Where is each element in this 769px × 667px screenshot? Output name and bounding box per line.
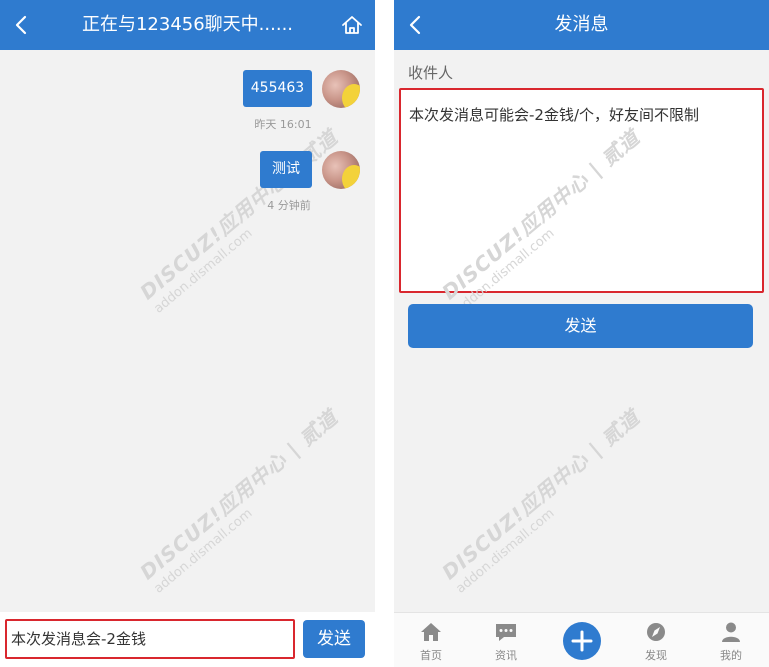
message-input[interactable]: 本次发消息会-2金钱 [5,619,295,659]
compose-panel: 发消息 收件人 本次发消息可能会-2金钱/个，好友间不限制 DISCUZ!应用中… [394,0,769,667]
chat-panel: 正在与123456聊天中...... DISCUZ!应用中心 | 贰道 addo… [0,0,375,667]
message-time: 4 分钟前 [267,199,311,212]
user-icon [722,622,740,642]
watermark: DISCUZ!应用中心 | 贰道 addon.dismall.com [437,405,645,597]
tab-news[interactable]: 资讯 [476,613,536,667]
send-button[interactable]: 发送 [408,304,753,348]
message-time: 昨天 16:01 [254,118,312,131]
message-bubble[interactable]: 455463 [243,70,312,107]
bottom-tab-bar: 首页 资讯 发现 我的 [394,612,769,667]
compass-icon [647,623,665,641]
avatar[interactable] [322,151,360,189]
compose-title: 发消息 [554,14,609,35]
watermark: DISCUZ!应用中心 | 贰道 addon.dismall.com [135,125,343,317]
chat-header: 正在与123456聊天中...... [0,0,375,50]
message-composer: 本次发消息会-2金钱 发送 [0,612,375,667]
tab-home[interactable]: 首页 [401,613,461,667]
recipient-label[interactable]: 收件人 [408,62,453,83]
tab-me[interactable]: 我的 [701,613,761,667]
message-textarea[interactable]: 本次发消息可能会-2金钱/个，好友间不限制 [399,88,764,293]
chat-icon [496,624,516,641]
plus-icon-glyph [571,630,593,652]
plus-icon[interactable] [563,622,601,660]
compose-header: 发消息 [394,0,769,50]
send-button[interactable]: 发送 [303,620,365,658]
message-bubble[interactable]: 测试 [260,151,312,188]
watermark: DISCUZ!应用中心 | 贰道 addon.dismall.com [135,405,343,597]
chat-title: 正在与123456聊天中...... [81,14,294,35]
tab-discover[interactable]: 发现 [626,613,686,667]
home-icon[interactable] [341,14,363,36]
avatar[interactable] [322,70,360,108]
home-icon [421,623,441,641]
